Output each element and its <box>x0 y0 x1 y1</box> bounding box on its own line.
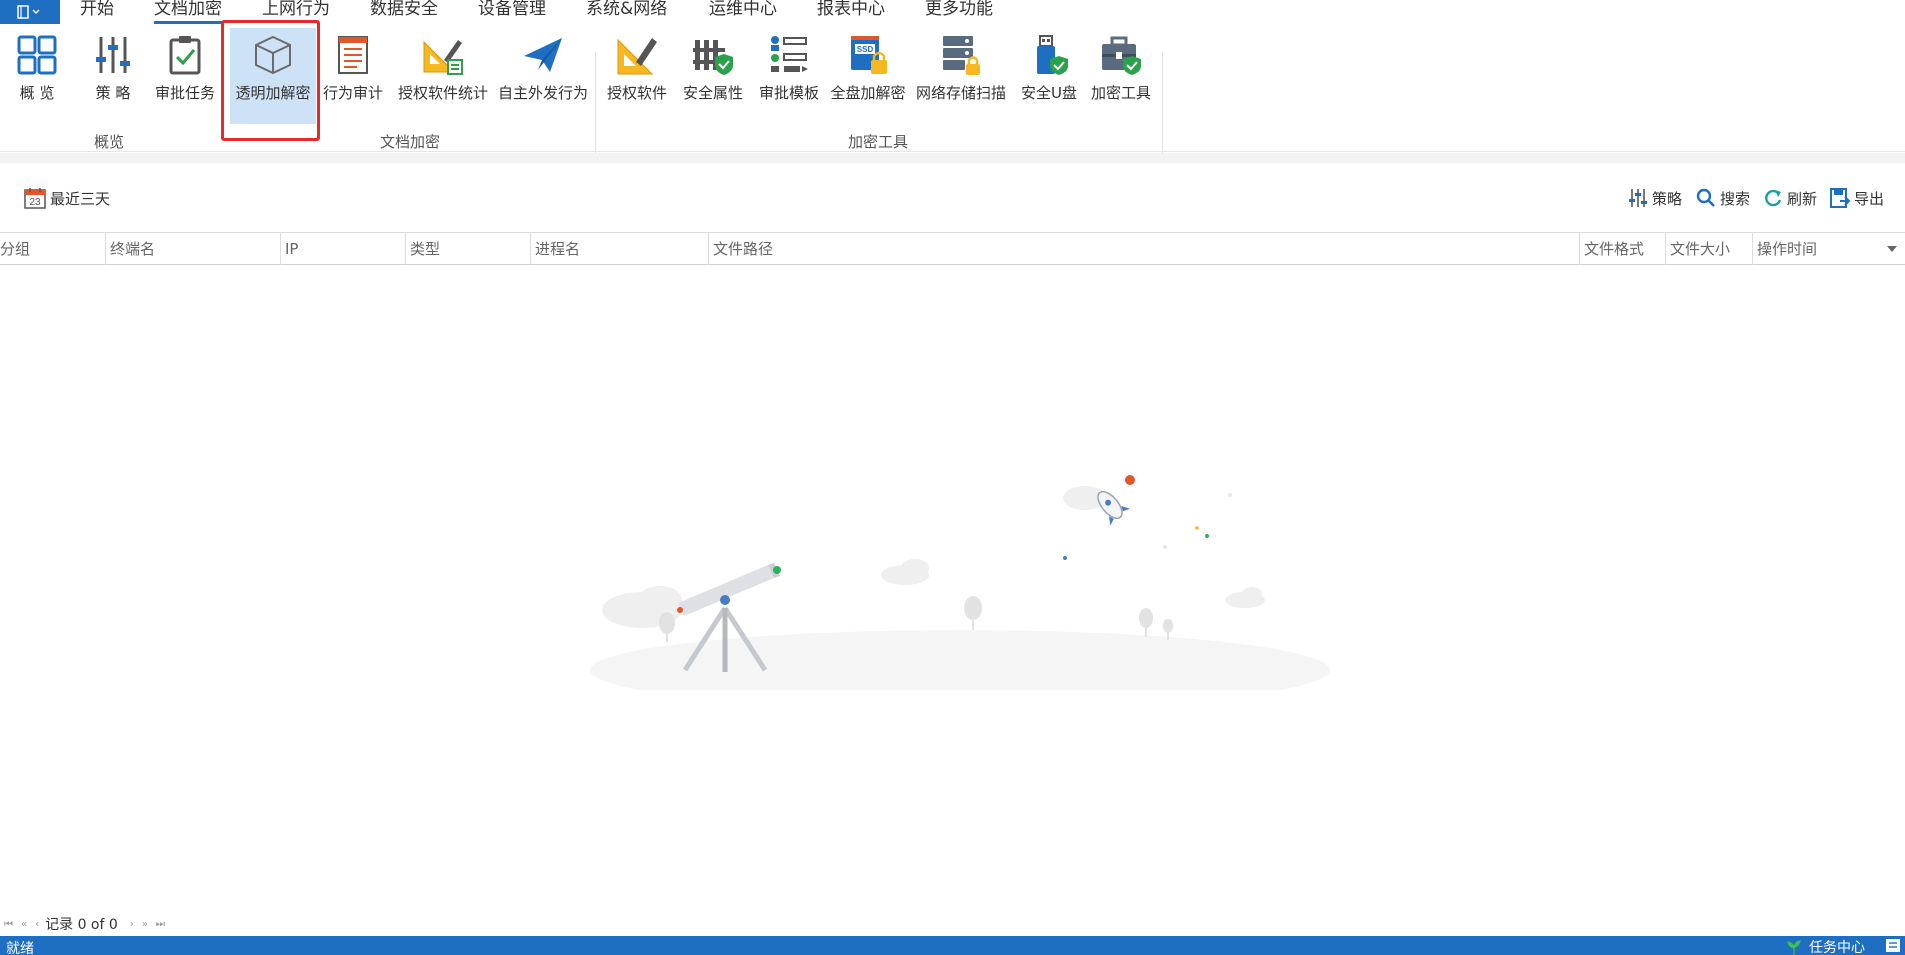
search-icon <box>1696 188 1715 207</box>
ribbon-secure-usb-label: 安全U盘 <box>1021 84 1077 102</box>
column-header-operation-time[interactable]: 操作时间 <box>1752 233 1905 265</box>
ribbon-divider-band <box>0 153 1905 163</box>
first-page-icon[interactable]: ⏮ <box>4 919 13 930</box>
menu-tab-report-center[interactable]: 报表中心 <box>817 0 885 24</box>
ribbon-behavior-audit-label: 行为审计 <box>322 84 383 102</box>
ribbon-overview[interactable]: 概 览 <box>8 28 66 124</box>
toolbar-search-label: 搜索 <box>1720 189 1751 208</box>
ribbon-approval-tasks[interactable]: 审批任务 <box>152 28 218 124</box>
column-header-file-path[interactable]: 文件路径 <box>708 233 1579 265</box>
ruler-pencil-chart-icon <box>423 40 463 75</box>
paper-plane-icon <box>524 38 562 72</box>
template-list-icon <box>771 36 808 72</box>
group-label-overview: 概览 <box>94 133 125 151</box>
ribbon-secure-usb[interactable]: 安全U盘 <box>1016 28 1082 124</box>
next-page-icon[interactable]: › <box>130 919 134 930</box>
toolbar-policy-button[interactable]: 策略 <box>1628 187 1682 209</box>
menu-tab-system-network[interactable]: 系统&网络 <box>586 0 667 24</box>
status-bar: 就绪 任务中心 <box>0 936 1905 955</box>
ribbon-encryption-tools-label: 加密工具 <box>1090 84 1151 102</box>
ribbon-overview-label: 概 览 <box>19 84 55 102</box>
ribbon-behavior-audit[interactable]: 行为审计 <box>320 28 386 124</box>
ribbon-self-send-behavior-label: 自主外发行为 <box>497 84 588 102</box>
ribbon-network-storage-scan[interactable]: 网络存储扫描 <box>912 28 1010 124</box>
ribbon-licensed-software[interactable]: 授权软件 <box>604 28 670 124</box>
sliders-icon <box>96 37 130 73</box>
column-header-group[interactable]: 分组 <box>0 233 105 265</box>
menu-tab-ops-center[interactable]: 运维中心 <box>709 0 777 24</box>
status-text: 就绪 <box>6 941 34 955</box>
prev-page-group-icon[interactable]: « <box>21 919 27 930</box>
menu-tab-doc-encryption[interactable]: 文档加密 <box>154 0 222 24</box>
highlight-annotation <box>221 20 320 141</box>
column-header-file-format[interactable]: 文件格式 <box>1579 233 1665 265</box>
column-header-ip[interactable]: IP <box>280 233 405 265</box>
column-chooser-dropdown-icon[interactable] <box>1887 246 1897 252</box>
svg-text:SSD: SSD <box>857 45 874 54</box>
ribbon-full-disk-encryption[interactable]: SSD 全盘加解密 <box>828 28 908 124</box>
ribbon-approval-tasks-label: 审批任务 <box>154 84 215 102</box>
prev-page-icon[interactable]: ‹ <box>35 919 39 930</box>
toolbar-policy-label: 策略 <box>1652 189 1683 208</box>
toolbar-refresh-button[interactable]: 刷新 <box>1763 187 1817 209</box>
date-range-button[interactable]: 23 最近三天 <box>24 187 110 209</box>
ribbon-policy-label: 策 略 <box>95 84 131 102</box>
toolbox-shield-icon <box>1102 36 1141 75</box>
toolbar-export-button[interactable]: 导出 <box>1830 187 1884 209</box>
ribbon-encryption-tools[interactable]: 加密工具 <box>1088 28 1154 124</box>
column-header-type[interactable]: 类型 <box>405 233 530 265</box>
app-menu-icon <box>17 5 40 19</box>
sliders-icon <box>1629 189 1647 207</box>
ribbon-approval-templates[interactable]: 审批模板 <box>756 28 822 124</box>
column-header-terminal-name[interactable]: 终端名 <box>105 233 280 265</box>
empty-state-illustration <box>590 475 1330 690</box>
next-page-group-icon[interactable]: » <box>142 919 148 930</box>
toolbar: 23 最近三天 策略 搜索 刷新 导出 <box>0 163 1905 233</box>
ribbon-network-storage-scan-label: 网络存储扫描 <box>915 84 1006 102</box>
refresh-icon <box>1765 189 1782 207</box>
group-label-doc-encryption: 文档加密 <box>380 133 441 151</box>
menu-tab-data-security[interactable]: 数据安全 <box>370 0 438 24</box>
server-lock-icon <box>943 36 980 75</box>
calendar-day: 23 <box>29 197 41 208</box>
last-page-icon[interactable]: ⏭ <box>156 919 165 930</box>
task-center-button[interactable]: 任务中心 <box>1785 937 1865 955</box>
task-center-label: 任务中心 <box>1809 940 1865 955</box>
ribbon-approval-templates-label: 审批模板 <box>758 84 819 102</box>
menu-tab-start[interactable]: 开始 <box>80 0 114 24</box>
table-header: 分组 终端名 IP 类型 进程名 文件路径 文件格式 文件大小 操作时间 <box>0 233 1905 265</box>
ribbon-licensed-software-stats-label: 授权软件统计 <box>397 84 488 102</box>
column-header-file-size[interactable]: 文件大小 <box>1665 233 1752 265</box>
ribbon-security-attributes-label: 安全属性 <box>682 84 743 102</box>
ribbon-security-attributes[interactable]: 安全属性 <box>680 28 746 124</box>
menu-tab-more-features[interactable]: 更多功能 <box>925 0 993 24</box>
ribbon-full-disk-encryption-label: 全盘加解密 <box>830 84 906 102</box>
ribbon-licensed-software-label: 授权软件 <box>606 84 667 102</box>
toolbar-refresh-label: 刷新 <box>1787 189 1818 208</box>
column-header-process-name[interactable]: 进程名 <box>530 233 708 265</box>
ssd-lock-icon: SSD <box>851 36 887 74</box>
record-count: 记录 0 of 0 <box>45 917 118 933</box>
ribbon-self-send-behavior[interactable]: 自主外发行为 <box>494 28 592 124</box>
toolbar-export-label: 导出 <box>1854 189 1885 208</box>
calendar-icon: 23 <box>24 188 46 209</box>
grid-icon <box>17 35 57 75</box>
usb-shield-icon <box>1037 35 1068 75</box>
menu-tab-device-management[interactable]: 设备管理 <box>478 0 546 24</box>
pager: ⏮ « ‹ 记录 0 of 0 › » ⏭ <box>0 912 1905 936</box>
ribbon-licensed-software-stats[interactable]: 授权软件统计 <box>394 28 492 124</box>
plant-icon <box>1787 940 1801 955</box>
notes-icon[interactable] <box>1885 938 1901 953</box>
export-icon <box>1830 188 1850 208</box>
ruler-pencil-icon <box>617 38 657 75</box>
document-list-icon <box>338 36 368 74</box>
fence-shield-icon <box>693 40 733 75</box>
app-menu-button[interactable] <box>0 0 60 24</box>
clipboard-check-icon <box>169 36 201 75</box>
date-range-label: 最近三天 <box>50 189 111 208</box>
group-label-encryption-tools: 加密工具 <box>848 133 909 151</box>
toolbar-search-button[interactable]: 搜索 <box>1696 187 1750 209</box>
ribbon-policy[interactable]: 策 略 <box>84 28 142 124</box>
